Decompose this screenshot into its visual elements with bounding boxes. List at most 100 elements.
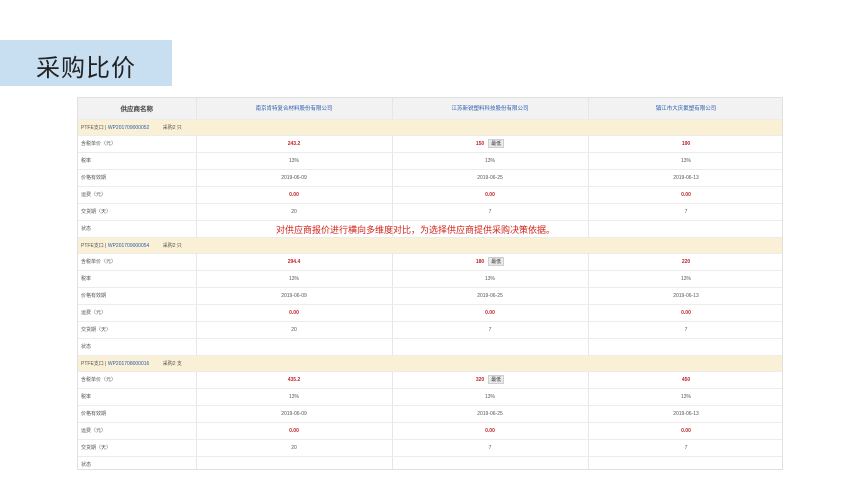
product-quantity: 采购2 只 xyxy=(162,124,182,131)
product-name: PTFE支口 xyxy=(81,242,104,249)
lowest-price-badge: 最低 xyxy=(488,375,505,384)
data-row: 运费（元） 0.00 0.00 0.00 xyxy=(78,422,782,440)
data-row: 价格有效期 2019-06-09 2019-06-25 2019-06-13 xyxy=(78,287,782,305)
data-row: 交货期（天） 20 7 7 xyxy=(78,321,782,339)
value-text: 2019-06-25 xyxy=(477,292,503,299)
value-text: 2019-06-09 xyxy=(281,174,307,181)
data-row: 状态 xyxy=(78,338,782,356)
value-cell: 0.00 xyxy=(392,422,589,440)
row-label: 含税单价（元） xyxy=(78,135,197,153)
value-text: 7 xyxy=(488,208,492,215)
product-name: PTFE支口 xyxy=(81,124,104,131)
comparison-note: 对供应商报价进行横向多维度对比，为选择供应商提供采购决策依据。 xyxy=(276,226,556,236)
value-cell: 243.2 xyxy=(196,135,393,153)
value-cell: 13% xyxy=(196,270,393,288)
row-label: 交货期（天） xyxy=(78,321,197,339)
product-row: PTFE支口 | WP201709000054 采购2 只 xyxy=(78,237,782,254)
value-text: 150 xyxy=(475,141,485,147)
value-text: 13% xyxy=(484,157,495,164)
value-text: 20 xyxy=(291,326,297,333)
value-cell: 2019-06-25 xyxy=(392,405,589,423)
value-cell: 20 xyxy=(196,321,393,339)
value-text: 320 xyxy=(475,377,485,383)
value-text: 13% xyxy=(288,157,299,164)
product-code-link[interactable]: WP201709000052 xyxy=(108,125,149,131)
row-label: 状态 xyxy=(78,220,197,238)
value-cell: 150 最低 xyxy=(392,135,589,153)
row-label: 交货期（天） xyxy=(78,439,197,457)
value-cell: 7 xyxy=(588,203,782,221)
value-cell: 13% xyxy=(392,388,589,406)
value-text: 0.00 xyxy=(681,427,691,434)
value-cell: 13% xyxy=(392,152,589,170)
product-quantity: 采购2 支 xyxy=(162,360,182,367)
value-text: 0.00 xyxy=(485,191,495,198)
value-cell: 13% xyxy=(588,270,782,288)
product-quantity: 采购2 只 xyxy=(162,242,182,249)
value-text: 7 xyxy=(684,444,688,451)
value-text: 13% xyxy=(680,157,691,164)
row-label: 状态 xyxy=(78,338,197,356)
data-row: 交货期（天） 20 7 7 xyxy=(78,203,782,221)
value-cell: 2019-06-13 xyxy=(588,169,782,187)
data-row: 交货期（天） 20 7 7 xyxy=(78,439,782,457)
row-label: 含税单价（元） xyxy=(78,371,197,389)
value-cell: 20 xyxy=(196,203,393,221)
value-cell: 0.00 xyxy=(392,304,589,322)
value-cell: 320 最低 xyxy=(392,371,589,389)
data-row: 状态 xyxy=(78,456,782,469)
value-text: 190 xyxy=(681,140,691,147)
value-text: 0.00 xyxy=(289,427,299,434)
data-row: 税率 13% 13% 13% xyxy=(78,152,782,170)
value-cell: 220 xyxy=(588,253,782,271)
value-cell: 190 xyxy=(588,135,782,153)
row-label: 含税单价（元） xyxy=(78,253,197,271)
data-row: 税率 13% 13% 13% xyxy=(78,270,782,288)
value-text: 450 xyxy=(681,376,691,383)
value-cell: 450 xyxy=(588,371,782,389)
header-row: 供应商名称 南京肯特复合材料股份有限公司 江苏新锐塑料科技股份有限公司 镇江市大… xyxy=(78,98,782,120)
value-cell: 0.00 xyxy=(588,304,782,322)
value-text: 20 xyxy=(291,208,297,215)
supplier-link-3[interactable]: 镇江市大庆氟塑有限公司 xyxy=(588,98,782,120)
value-text: 180 xyxy=(475,259,485,265)
lowest-price-badge: 最低 xyxy=(488,257,505,266)
value-cell: 2019-06-25 xyxy=(392,287,589,305)
product-separator: | xyxy=(105,242,107,249)
supplier-link-1[interactable]: 南京肯特复合材料股份有限公司 xyxy=(196,98,393,120)
product-row: PTFE支口 | WP201708000016 采购2 支 xyxy=(78,355,782,372)
value-cell: 13% xyxy=(588,388,782,406)
value-text: 2019-06-13 xyxy=(673,174,699,181)
product-row: PTFE支口 | WP201709000052 采购2 只 xyxy=(78,119,782,136)
value-cell: 0.00 xyxy=(196,186,393,204)
data-row: 运费（元） 0.00 0.00 0.00 xyxy=(78,304,782,322)
lowest-price-badge: 最低 xyxy=(488,139,505,148)
value-cell: 13% xyxy=(196,388,393,406)
data-row: 价格有效期 2019-06-09 2019-06-25 2019-06-13 xyxy=(78,405,782,423)
row-label: 交货期（天） xyxy=(78,203,197,221)
supplier-link-2[interactable]: 江苏新锐塑料科技股份有限公司 xyxy=(392,98,589,120)
value-text: 7 xyxy=(488,326,492,333)
value-cell: 0.00 xyxy=(588,422,782,440)
value-cell: 13% xyxy=(588,152,782,170)
value-text: 294.4 xyxy=(287,258,301,265)
product-code-link[interactable]: WP201708000016 xyxy=(108,361,149,367)
row-label: 税率 xyxy=(78,152,197,170)
value-cell xyxy=(588,220,782,238)
value-text: 243.2 xyxy=(287,140,301,147)
product-name: PTFE支口 xyxy=(81,360,104,367)
row-label: 运费（元） xyxy=(78,186,197,204)
value-text: 2019-06-09 xyxy=(281,410,307,417)
product-cell: PTFE支口 | WP201708000016 采购2 支 xyxy=(78,355,782,372)
supplier-name-header: 供应商名称 xyxy=(78,98,197,120)
value-text: 220 xyxy=(681,258,691,265)
row-label: 价格有效期 xyxy=(78,405,197,423)
value-text: 7 xyxy=(488,444,492,451)
value-text: 7 xyxy=(684,326,688,333)
row-label: 状态 xyxy=(78,456,197,469)
page-title: 采购比价 xyxy=(36,54,136,82)
product-code-link[interactable]: WP201709000054 xyxy=(108,243,149,249)
value-cell: 13% xyxy=(392,270,589,288)
value-text: 13% xyxy=(680,275,691,282)
value-text: 435.2 xyxy=(287,376,301,383)
